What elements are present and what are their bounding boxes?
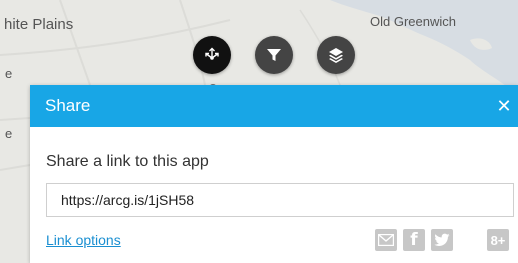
email-share-button[interactable] [375, 229, 397, 251]
share-heading: Share a link to this app [46, 153, 209, 170]
share-panel: Share ✕ Share a link to this app Link op… [30, 85, 518, 263]
googleplus-icon: 8+ [490, 232, 506, 248]
googleplus-share-button[interactable]: 8+ [487, 229, 509, 251]
share-panel-header: Share ✕ [30, 85, 518, 127]
close-icon: ✕ [496, 95, 512, 116]
filter-tool-button[interactable] [255, 36, 293, 74]
share-url-input[interactable] [46, 183, 514, 217]
link-options-link[interactable]: Link options [46, 232, 121, 248]
twitter-share-button[interactable] [431, 229, 453, 251]
map-label-white-plains: hite Plains [4, 16, 74, 33]
layers-icon [329, 48, 343, 63]
share-panel-title: Share [45, 96, 91, 115]
email-icon [378, 234, 394, 246]
share-tool-button[interactable] [193, 36, 231, 74]
close-button[interactable]: ✕ [492, 92, 516, 120]
facebook-share-button[interactable]: f [403, 229, 425, 251]
map-label-edge-2: e [5, 126, 13, 141]
twitter-icon [434, 233, 450, 246]
facebook-icon: f [410, 230, 418, 250]
layers-tool-button[interactable] [317, 36, 355, 74]
filter-icon [267, 49, 281, 61]
map-label-edge-1: e [5, 66, 13, 81]
map-label-old-greenwich: Old Greenwich [370, 14, 456, 29]
share-icon [205, 47, 219, 60]
